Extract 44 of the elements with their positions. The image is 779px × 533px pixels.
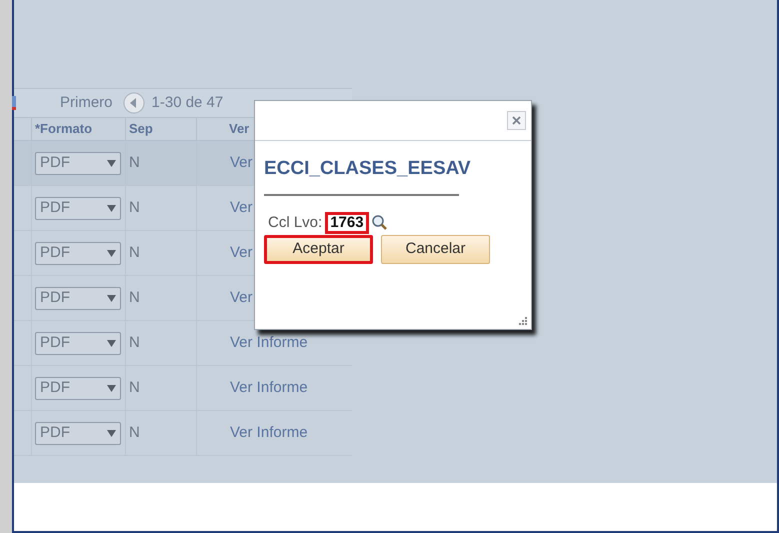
accept-button[interactable]: Aceptar <box>264 235 373 264</box>
format-dropdown[interactable]: PDF <box>35 332 121 354</box>
sep-value: N <box>129 422 140 443</box>
resize-grip-icon[interactable] <box>519 317 528 326</box>
ccl-lvo-field[interactable]: 1763 <box>325 212 369 234</box>
dialog-title: ECCI_CLASES_EESAV <box>264 157 472 181</box>
field-label: Ccl Lvo: <box>268 212 322 232</box>
close-button[interactable] <box>507 111 526 130</box>
caret-icon <box>107 204 116 212</box>
search-icon[interactable] <box>370 214 388 232</box>
cancel-button[interactable]: Cancelar <box>381 235 490 264</box>
sep-value: N <box>129 332 140 353</box>
view-report-link[interactable]: Ver <box>230 152 253 174</box>
column-header: Ver <box>229 120 250 138</box>
first-page-link[interactable]: Primero <box>60 92 113 114</box>
format-dropdown[interactable]: PDF <box>35 242 121 264</box>
sep-value: N <box>129 152 140 173</box>
view-report-link[interactable]: Ver Informe <box>230 422 308 444</box>
view-report-link[interactable]: Ver <box>230 196 253 220</box>
column-header: *Formato <box>35 120 92 138</box>
format-dropdown[interactable]: PDF <box>35 286 121 310</box>
format-dropdown[interactable]: PDF <box>35 376 121 400</box>
spreadsheet-icon[interactable] <box>12 95 16 111</box>
previous-icon[interactable] <box>122 92 145 114</box>
sep-value: N <box>129 288 140 308</box>
sep-value: N <box>129 378 140 398</box>
view-report-link[interactable]: Ver Informe <box>230 332 308 354</box>
format-dropdown[interactable]: PDF <box>35 152 121 174</box>
caret-icon <box>107 294 116 302</box>
view-report-link[interactable]: Ver Informe <box>230 376 308 400</box>
column-header: Sep <box>129 120 153 138</box>
caret-icon <box>107 384 116 392</box>
format-dropdown[interactable]: PDF <box>35 196 121 220</box>
sep-value: N <box>129 242 140 263</box>
view-report-link[interactable]: Ver <box>230 242 253 264</box>
page-range: 1-30 de 47 <box>152 92 224 113</box>
caret-icon <box>107 340 116 346</box>
sep-value: N <box>129 198 140 218</box>
caret-icon <box>107 250 116 256</box>
caret-icon <box>107 430 116 436</box>
format-dropdown[interactable]: PDF <box>35 422 121 444</box>
caret-icon <box>107 160 116 166</box>
view-report-link[interactable]: Ver <box>230 286 253 310</box>
close-icon <box>512 116 521 125</box>
